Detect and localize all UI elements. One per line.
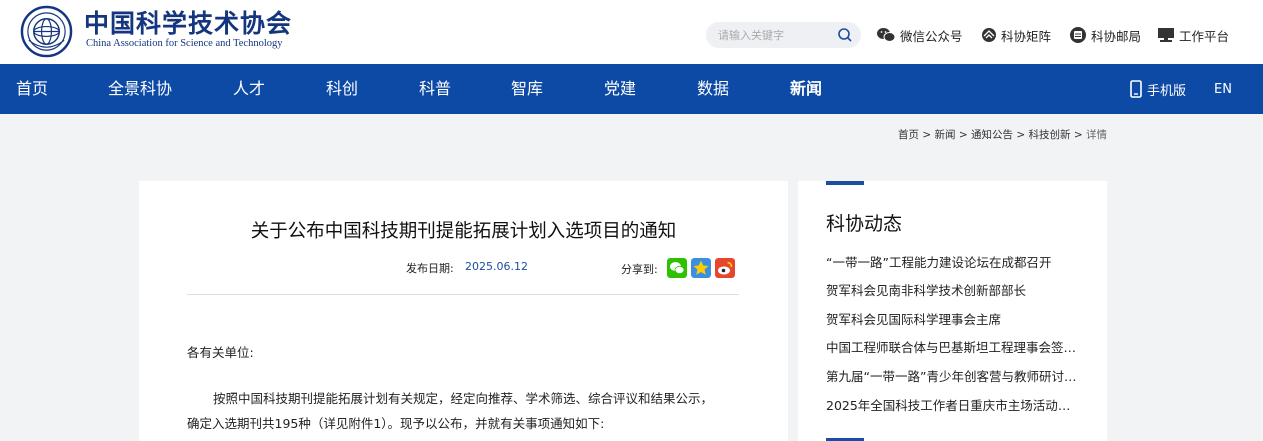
cast-matrix-link[interactable]: 科协矩阵 — [981, 26, 1051, 44]
breadcrumb-news[interactable]: 新闻 — [935, 129, 956, 141]
nav-item-data[interactable]: 数据 — [697, 64, 729, 114]
search-icon[interactable] — [837, 27, 853, 43]
sidebar-news-item[interactable]: 第九届“一带一路”青少年创客营与教师研讨活动启动 — [826, 366, 1081, 385]
mail-icon — [1070, 27, 1086, 43]
breadcrumb-home[interactable]: 首页 — [898, 129, 919, 141]
nav-item-think-tank[interactable]: 智库 — [511, 64, 543, 114]
title-divider — [187, 294, 739, 295]
nav-item-news[interactable]: 新闻 — [790, 64, 822, 114]
nav-item-talent[interactable]: 人才 — [233, 64, 265, 114]
qzone-share-icon[interactable] — [691, 258, 711, 278]
logo-chinese-name[interactable]: 中国科学技术协会 — [84, 4, 292, 40]
breadcrumb: 首页 > 新闻 > 通知公告 > 科技创新 > 详情 — [898, 127, 1107, 142]
cast-matrix-label: 科协矩阵 — [1001, 28, 1052, 44]
breadcrumb-tech-innovation[interactable]: 科技创新 — [1029, 129, 1071, 141]
article-title: 关于公布中国科技期刊提能拓展计划入选项目的通知 — [250, 221, 677, 242]
salutation: 各有关单位: — [187, 345, 254, 360]
body-paragraph-line1: 按照中国科技期刊提能拓展计划有关规定，经定向推荐、学术筛选、综合评议和结果公示， — [213, 391, 714, 406]
sidebar-news-item[interactable]: 贺军科会见南非科学技术创新部部长 — [826, 280, 1081, 299]
sidebar-title: 科协动态 — [826, 213, 903, 235]
publish-date-label: 发布日期: — [406, 262, 454, 275]
breadcrumb-separator: > — [1073, 129, 1083, 141]
main-nav: 首页 全景科协 人才 科创 科普 智库 党建 数据 新闻 手机版 EN — [0, 64, 1263, 114]
search-box — [706, 22, 861, 48]
breadcrumb-separator: > — [1016, 129, 1026, 141]
breadcrumb-separator: > — [922, 129, 932, 141]
top-header: 中国科学技术协会 China Association for Science a… — [0, 0, 1263, 64]
wechat-official-label: 微信公众号 — [900, 28, 963, 44]
cast-mail-label: 科协邮局 — [1091, 28, 1142, 44]
sidebar-news-item[interactable]: 2025年全国科技工作者日重庆市主场活动举行 — [826, 395, 1081, 414]
body-paragraph-line2: 确定入选期刊共195种（详见附件1）。现予以公布，并就有关事项通知如下: — [187, 416, 605, 431]
article-card: 关于公布中国科技期刊提能拓展计划入选项目的通知 发布日期: 2025.06.12… — [139, 181, 788, 441]
work-platform-label: 工作平台 — [1179, 28, 1230, 44]
nav-item-home[interactable]: 首页 — [16, 64, 48, 114]
search-input[interactable] — [718, 25, 838, 45]
section-accent-bar — [826, 181, 864, 185]
mobile-version-label: 手机版 — [1147, 83, 1187, 99]
sidebar-news-item[interactable]: 贺军科会见国际科学理事会主席 — [826, 309, 1081, 328]
nav-item-innovation[interactable]: 科创 — [326, 64, 358, 114]
cast-emblem-icon[interactable] — [20, 5, 73, 58]
nav-item-popularization[interactable]: 科普 — [419, 64, 451, 114]
wechat-share-icon[interactable] — [667, 258, 687, 278]
wechat-official-link[interactable]: 微信公众号 — [876, 26, 963, 44]
monitor-icon — [1158, 28, 1174, 42]
nav-item-party[interactable]: 党建 — [604, 64, 636, 114]
matrix-icon — [982, 28, 996, 42]
breadcrumb-separator: > — [958, 129, 968, 141]
publish-date: 2025.06.12 — [465, 260, 528, 273]
wechat-icon — [877, 28, 896, 42]
breadcrumb-current: 详情 — [1086, 129, 1107, 141]
sidebar-news-card: 科协动态 “一带一路”工程能力建设论坛在成都召开 贺军科会见南非科学技术创新部部… — [798, 181, 1107, 441]
breadcrumb-notices[interactable]: 通知公告 — [971, 129, 1013, 141]
mobile-version-link[interactable]: 手机版 — [1130, 64, 1186, 114]
share-label: 分享到: — [621, 263, 658, 276]
mobile-phone-icon — [1130, 80, 1142, 98]
sidebar-news-item[interactable]: “一带一路”工程能力建设论坛在成都召开 — [826, 252, 1081, 271]
nav-item-panorama[interactable]: 全景科协 — [108, 64, 172, 114]
work-platform-link[interactable]: 工作平台 — [1157, 26, 1229, 44]
weibo-share-icon[interactable] — [715, 258, 735, 278]
cast-mail-link[interactable]: 科协邮局 — [1069, 26, 1141, 44]
sidebar-news-item[interactable]: 中国工程师联合体与巴基斯坦工程理事会签署合作协议 — [826, 337, 1081, 356]
english-link[interactable]: EN — [1214, 64, 1232, 114]
logo-english-name[interactable]: China Association for Science and Techno… — [86, 38, 283, 49]
